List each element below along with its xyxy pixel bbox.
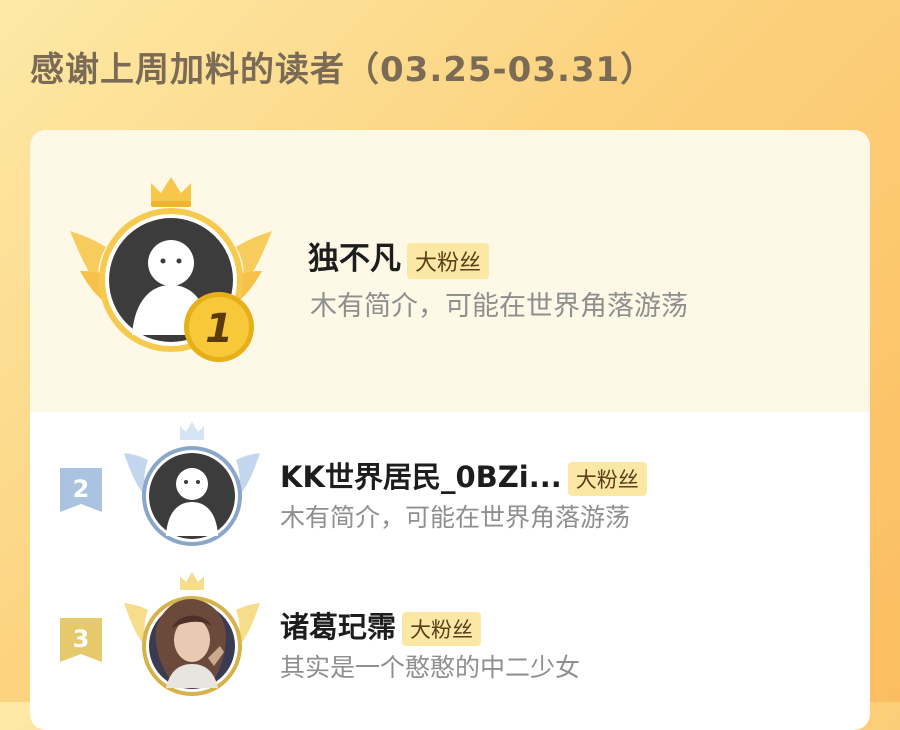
wings-icon (124, 422, 260, 546)
reader-name: KK世界居民_0BZi... 大粉丝 (280, 454, 647, 496)
rank3-avatar-frame (122, 570, 262, 710)
rank-flag-icon: 2 (60, 468, 102, 512)
reader-row-1[interactable]: 1 独不凡 大粉丝 木有简介，可能在世界角落游荡 (30, 130, 870, 412)
reader-row-3[interactable]: 3 诸葛玘霈 大粉丝 其实是一个憨憨的中二少女 (30, 570, 870, 710)
rank-number: 2 (72, 475, 90, 503)
svg-text:1: 1 (205, 306, 233, 352)
crown-icon (180, 572, 204, 590)
crown-icon (180, 422, 204, 440)
wings-icon: 1 (70, 177, 272, 362)
fan-badge: 大粉丝 (407, 242, 490, 279)
wings-icon (124, 572, 260, 696)
reader-name-text: KK世界居民_0BZi... (280, 460, 562, 494)
rank-flag-icon: 3 (60, 618, 102, 662)
fan-badge: 大粉丝 (567, 462, 647, 496)
reader-name-text: 诸葛玘霈 (280, 610, 397, 644)
crown-icon (151, 177, 191, 207)
reader-bio: 木有简介，可能在世界角落游荡 (310, 291, 688, 322)
reader-bio: 木有简介，可能在世界角落游荡 (280, 503, 631, 532)
rank-medal-icon: 1 (184, 292, 254, 362)
reader-leaderboard-card: 1 独不凡 大粉丝 木有简介，可能在世界角落游荡 2 KK世界居民_0BZi..… (30, 130, 870, 730)
reader-bio: 其实是一个憨憨的中二少女 (280, 653, 581, 682)
reader-name-text: 独不凡 (308, 241, 401, 277)
page-title: 感谢上周加料的读者（03.25-03.31） (30, 50, 656, 90)
rank1-avatar-frame: 1 (66, 175, 276, 365)
reader-row-2[interactable]: 2 KK世界居民_0BZi... 大粉丝 木有简介，可能在世界角落游荡 (30, 420, 870, 550)
rank2-avatar-frame (122, 420, 262, 550)
reader-name: 独不凡 大粉丝 (308, 233, 490, 279)
reader-name: 诸葛玘霈 大粉丝 (280, 604, 482, 646)
rank-number: 3 (72, 625, 90, 653)
fan-badge: 大粉丝 (402, 612, 482, 646)
